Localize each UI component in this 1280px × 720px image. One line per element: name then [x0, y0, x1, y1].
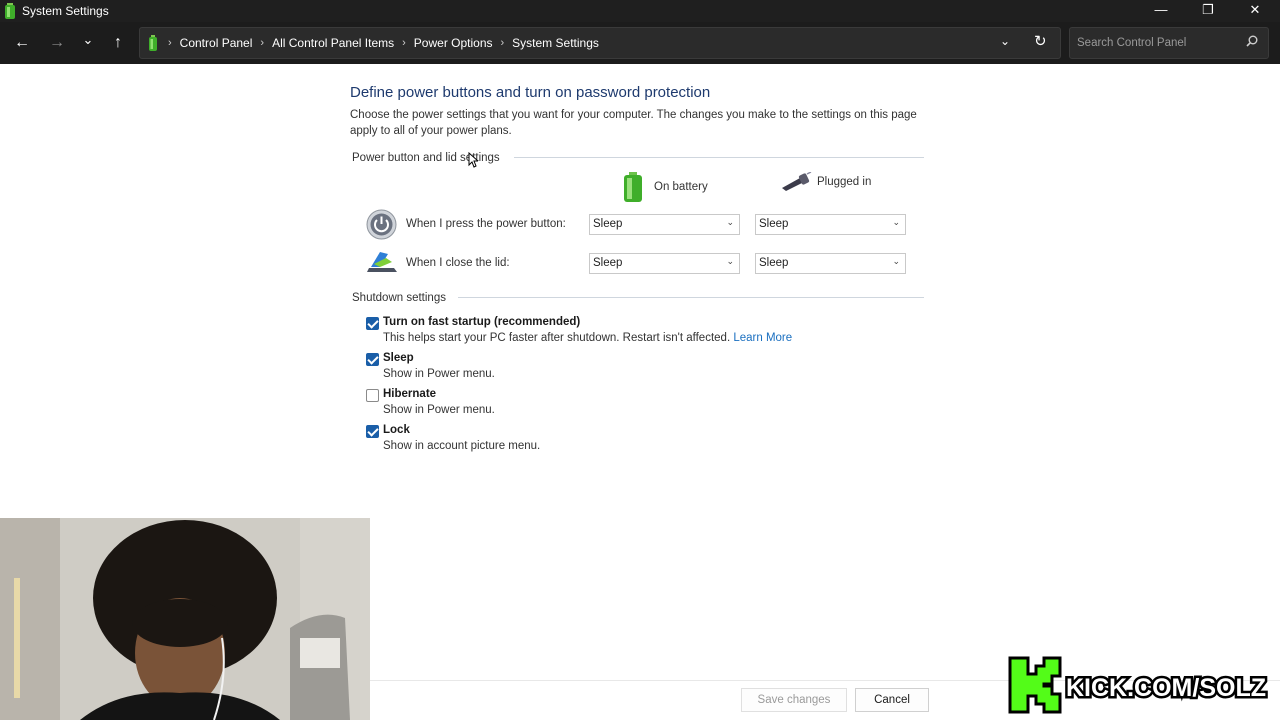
- minimize-button[interactable]: —: [1138, 0, 1184, 22]
- refresh-button[interactable]: ↻: [1034, 32, 1047, 50]
- search-icon[interactable]: [1246, 35, 1258, 47]
- column-on-battery-label: On battery: [654, 181, 708, 193]
- column-plugged-in: Plugged in: [780, 172, 871, 192]
- section-divider: [514, 157, 924, 158]
- breadcrumb-control-panel[interactable]: Control Panel: [180, 36, 253, 50]
- power-button-battery-select[interactable]: Sleep ⌄: [589, 214, 740, 235]
- close-lid-plugged-select[interactable]: Sleep ⌄: [755, 253, 906, 274]
- chevron-down-icon: ⌄: [726, 256, 734, 266]
- select-value: Sleep: [593, 218, 623, 230]
- select-value: Sleep: [759, 218, 789, 230]
- power-button-icon: [366, 209, 397, 240]
- fast-startup-label[interactable]: Turn on fast startup (recommended): [383, 316, 580, 328]
- chevron-down-icon: ⌄: [726, 217, 734, 227]
- breadcrumb-power-options[interactable]: Power Options: [414, 36, 493, 50]
- search-placeholder: Search Control Panel: [1077, 37, 1187, 49]
- select-value: Sleep: [593, 257, 623, 269]
- kick-logo: KICK.COM/SOLZ: [1008, 656, 1269, 714]
- restore-button[interactable]: ❐: [1185, 0, 1231, 22]
- close-lid-battery-select[interactable]: Sleep ⌄: [589, 253, 740, 274]
- recent-locations-button[interactable]: ⌄: [76, 29, 100, 51]
- column-plugged-in-label: Plugged in: [817, 176, 872, 188]
- laptop-lid-icon: [367, 252, 397, 272]
- sleep-checkbox[interactable]: [366, 353, 379, 366]
- sleep-label[interactable]: Sleep: [383, 352, 414, 364]
- power-plug-icon: [782, 172, 812, 191]
- address-bar: ← → ⌄ ↑ › Control Panel › All Control Pa…: [0, 22, 1280, 64]
- breadcrumb[interactable]: › Control Panel › All Control Panel Item…: [139, 27, 1061, 59]
- mouse-cursor-icon: [468, 152, 478, 168]
- kick-logo-text: KICK.COM/SOLZ: [1066, 674, 1266, 702]
- back-button[interactable]: ←: [10, 32, 34, 54]
- hibernate-checkbox[interactable]: [366, 389, 379, 402]
- battery-icon: [624, 172, 642, 202]
- fast-startup-help: This helps start your PC faster after sh…: [383, 332, 731, 344]
- section-shutdown: Shutdown settings: [352, 292, 446, 304]
- fast-startup-checkbox[interactable]: [366, 317, 379, 330]
- battery-location-icon: [149, 35, 157, 51]
- breadcrumb-all-items[interactable]: All Control Panel Items: [272, 36, 394, 50]
- breadcrumb-separator: ›: [402, 37, 406, 49]
- lock-description: Show in account picture menu.: [383, 440, 541, 452]
- section-divider: [458, 297, 924, 298]
- forward-button[interactable]: →: [45, 32, 69, 54]
- breadcrumb-system-settings[interactable]: System Settings: [512, 36, 599, 50]
- webcam-overlay: [0, 518, 370, 720]
- breadcrumb-separator: ›: [260, 37, 265, 49]
- lock-checkbox[interactable]: [366, 425, 379, 438]
- hibernate-description: Show in Power menu.: [383, 404, 495, 416]
- window-title: System Settings: [22, 4, 109, 18]
- hibernate-label[interactable]: Hibernate: [383, 388, 436, 400]
- webcam-image: [0, 518, 370, 720]
- power-button-label: When I press the power button:: [406, 218, 566, 230]
- sleep-description: Show in Power menu.: [383, 368, 495, 380]
- fast-startup-description: This helps start your PC faster after sh…: [383, 332, 792, 344]
- power-button-plugged-select[interactable]: Sleep ⌄: [755, 214, 906, 235]
- learn-more-link[interactable]: Learn More: [733, 332, 792, 344]
- search-input[interactable]: Search Control Panel: [1069, 27, 1269, 59]
- kick-logo-overlay: KICK.COM/SOLZ: [1008, 656, 1276, 714]
- address-history-dropdown[interactable]: ⌄: [1000, 34, 1010, 48]
- up-button[interactable]: ↑: [106, 32, 130, 54]
- battery-app-icon: [5, 3, 15, 19]
- page-title: Define power buttons and turn on passwor…: [350, 84, 711, 101]
- chevron-down-icon: ⌄: [892, 256, 900, 266]
- breadcrumb-separator: ›: [168, 37, 172, 49]
- column-on-battery: On battery: [622, 172, 708, 202]
- save-changes-button[interactable]: Save changes: [741, 688, 847, 712]
- cancel-button[interactable]: Cancel: [855, 688, 929, 712]
- select-value: Sleep: [759, 257, 789, 269]
- title-bar: System Settings — ❐ ✕: [0, 0, 1280, 22]
- page-description: Choose the power settings that you want …: [350, 109, 917, 137]
- chevron-down-icon: ⌄: [892, 217, 900, 227]
- close-button[interactable]: ✕: [1232, 0, 1278, 22]
- breadcrumb-separator: ›: [500, 37, 505, 49]
- close-lid-label: When I close the lid:: [406, 257, 510, 269]
- lock-label[interactable]: Lock: [383, 424, 410, 436]
